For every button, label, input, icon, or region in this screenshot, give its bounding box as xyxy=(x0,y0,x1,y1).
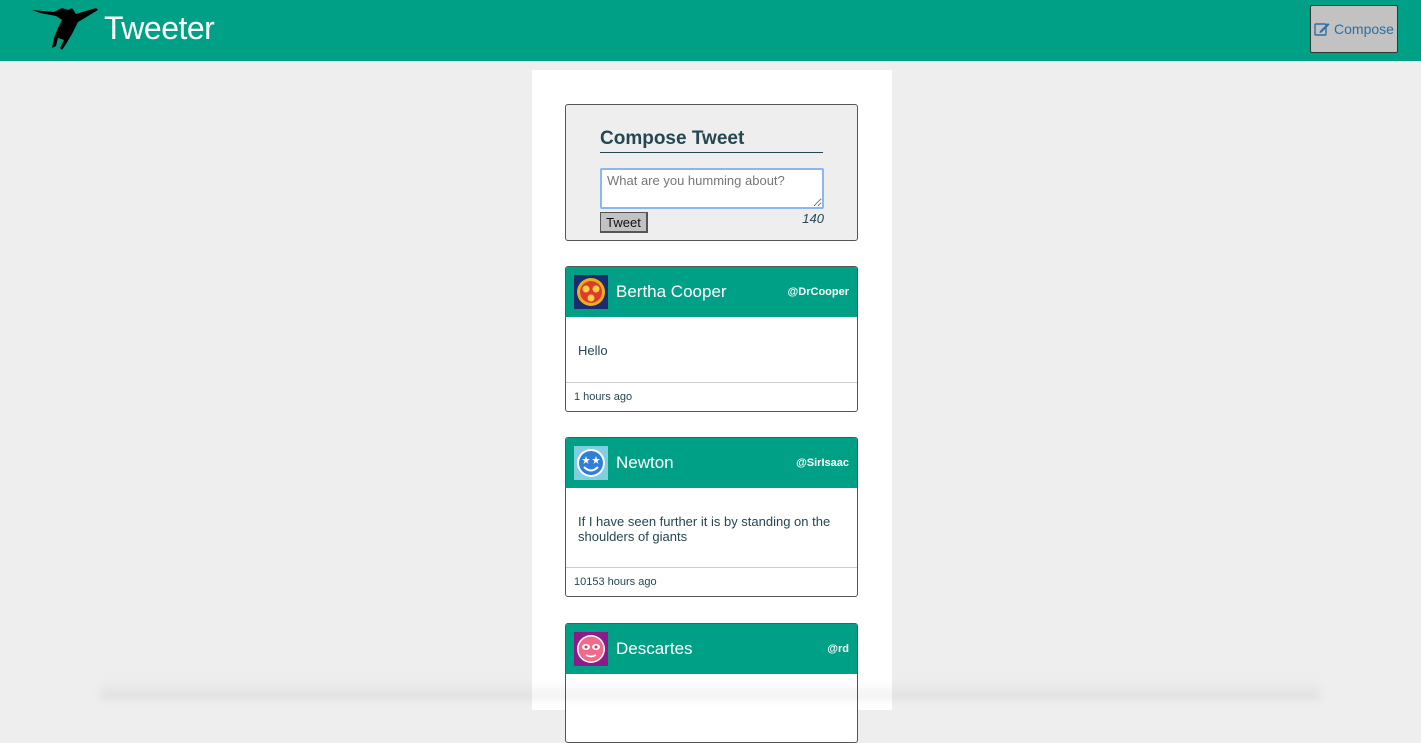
tweet-author-name: Newton xyxy=(616,453,674,472)
tweet-author-handle: @rd xyxy=(827,643,849,655)
edit-icon xyxy=(1314,23,1330,36)
tweet-header: Bertha Cooper @DrCooper xyxy=(566,267,857,317)
tweet-header: Newton @SirIsaac xyxy=(566,438,857,488)
main-column: Compose Tweet Tweet 140 Bertha Cooper @D… xyxy=(532,70,892,743)
tweet-card: Newton @SirIsaac If I have seen further … xyxy=(565,437,858,597)
tweet-submit-button[interactable]: Tweet xyxy=(600,212,648,233)
tweet-author-name: Bertha Cooper xyxy=(616,282,727,301)
tweet-content xyxy=(566,674,857,700)
compose-button-label: Compose xyxy=(1334,21,1394,37)
top-navbar: Tweeter Compose xyxy=(0,0,1421,61)
character-counter: 140 xyxy=(802,211,824,226)
compose-tweet-panel: Compose Tweet Tweet 140 xyxy=(565,104,858,241)
tweet-card: Descartes @rd xyxy=(565,623,858,743)
tweet-content: If I have seen further it is by standing… xyxy=(566,488,857,568)
tweet-author-handle: @SirIsaac xyxy=(796,457,849,469)
avatar-pink-face-icon xyxy=(574,632,608,666)
tweet-timestamp: 1 hours ago xyxy=(574,391,633,403)
app-title: Tweeter xyxy=(104,10,215,46)
tweet-text-input[interactable] xyxy=(600,168,824,209)
tweet-header: Descartes @rd xyxy=(566,624,857,674)
tweet-author-name: Descartes xyxy=(616,639,693,658)
avatar-blue-smiley-icon xyxy=(574,446,608,480)
compose-button[interactable]: Compose xyxy=(1310,5,1398,53)
tweet-card: Bertha Cooper @DrCooper Hello 1 hours ag… xyxy=(565,266,858,412)
avatar-red-face-icon xyxy=(574,275,608,309)
tweet-timestamp: 10153 hours ago xyxy=(574,576,657,588)
tweet-author-handle: @DrCooper xyxy=(787,286,849,298)
hummingbird-icon xyxy=(32,8,98,50)
tweet-content: Hello xyxy=(566,317,857,383)
compose-title: Compose Tweet xyxy=(600,128,823,153)
